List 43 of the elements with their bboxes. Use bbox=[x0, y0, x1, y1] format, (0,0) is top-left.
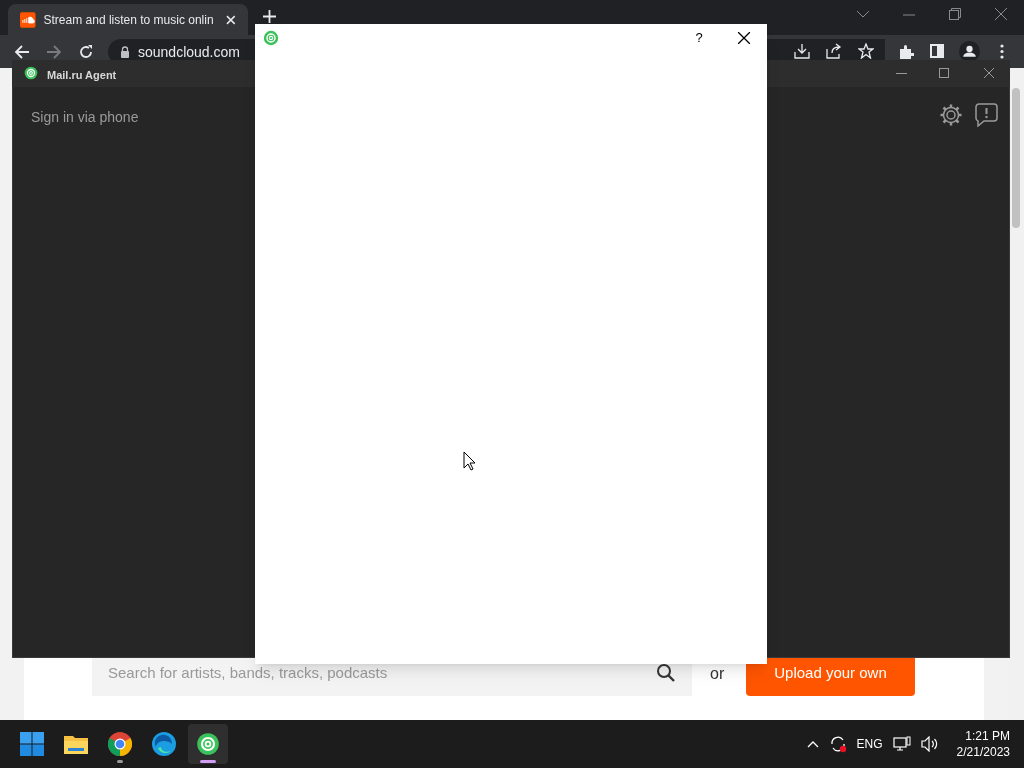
tab-title: Stream and listen to music onlin bbox=[43, 11, 215, 29]
language-indicator[interactable]: ENG bbox=[856, 735, 883, 753]
window-title: Mail.ru Agent bbox=[47, 68, 117, 83]
new-tab-icon[interactable] bbox=[263, 10, 276, 23]
feedback-icon[interactable] bbox=[975, 103, 998, 127]
sign-in-link[interactable]: Sign in via phone bbox=[31, 107, 139, 128]
speaker-icon[interactable] bbox=[920, 736, 939, 752]
mouse-cursor-icon bbox=[463, 451, 476, 471]
sync-icon[interactable] bbox=[828, 735, 847, 753]
clock-date[interactable]: 2/21/2023 bbox=[956, 744, 1010, 760]
browser-tab[interactable]: Stream and listen to music onlin bbox=[8, 4, 248, 35]
agent-logo-icon bbox=[196, 732, 220, 756]
network-icon[interactable] bbox=[892, 736, 911, 752]
edge-icon bbox=[152, 732, 176, 756]
chrome-icon bbox=[108, 732, 132, 756]
agent-logo-icon bbox=[24, 66, 38, 80]
or-text: or bbox=[710, 664, 725, 684]
agent-logo-icon bbox=[263, 30, 279, 46]
star-icon[interactable] bbox=[858, 43, 874, 59]
maximize-icon[interactable] bbox=[939, 68, 949, 78]
more-icon[interactable] bbox=[1000, 44, 1004, 59]
close-icon[interactable] bbox=[738, 32, 750, 44]
search-icon[interactable] bbox=[656, 663, 676, 683]
chevron-down-icon[interactable] bbox=[856, 9, 870, 19]
download-icon[interactable] bbox=[794, 43, 810, 59]
taskbar-app[interactable] bbox=[188, 724, 228, 764]
side-panel-icon[interactable] bbox=[930, 44, 944, 58]
lock-icon bbox=[120, 46, 130, 58]
windows-logo-icon bbox=[20, 732, 44, 756]
restore-icon[interactable] bbox=[949, 8, 961, 20]
search-input[interactable]: Search for artists, bands, tracks, podcasts bbox=[108, 661, 656, 685]
forward-icon[interactable] bbox=[46, 44, 62, 60]
soundcloud-icon bbox=[20, 11, 36, 28]
chevron-up-icon[interactable] bbox=[806, 740, 819, 748]
folder-icon bbox=[63, 733, 89, 755]
help-button[interactable]: ? bbox=[690, 28, 708, 48]
url-text: soundcloud.com bbox=[138, 42, 240, 62]
settings-icon[interactable] bbox=[939, 103, 963, 127]
back-icon[interactable] bbox=[14, 44, 30, 60]
puzzle-icon[interactable] bbox=[898, 44, 914, 60]
clock-time[interactable]: 1:21 PM bbox=[965, 728, 1010, 744]
share-icon[interactable] bbox=[826, 43, 842, 59]
reload-icon[interactable] bbox=[78, 44, 94, 60]
